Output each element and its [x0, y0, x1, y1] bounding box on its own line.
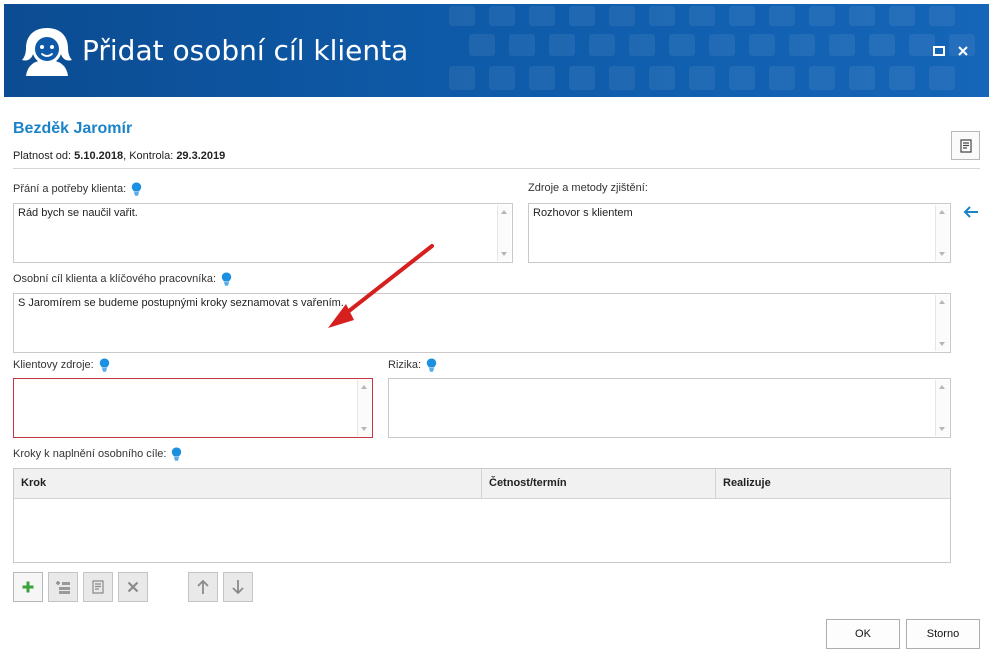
back-arrow-icon[interactable]	[962, 205, 980, 219]
goal-scrollbar[interactable]	[935, 295, 949, 351]
steps-label: Kroky k naplnění osobního cíle:	[13, 448, 167, 460]
goal-label-row: Osobní cíl klienta a klíčového pracovník…	[13, 272, 232, 286]
goal-value: S Jaromírem se budeme postupnými kroky s…	[18, 297, 344, 309]
hint-bulb-icon[interactable]	[426, 358, 437, 372]
control-value: 29.3.2019	[176, 150, 226, 162]
hint-bulb-icon[interactable]	[171, 447, 182, 461]
client-name: Bezděk Jaromír	[13, 120, 133, 137]
resources-textarea[interactable]	[13, 378, 373, 438]
ok-button[interactable]: OK	[826, 619, 900, 649]
delete-step-button[interactable]	[118, 572, 148, 602]
maximize-icon[interactable]	[932, 44, 946, 58]
goal-label: Osobní cíl klienta a klíčového pracovník…	[13, 273, 216, 285]
notes-icon	[959, 138, 972, 153]
edit-step-button[interactable]	[83, 572, 113, 602]
wishes-textarea[interactable]: Rád bych se naučil vařit.	[13, 203, 513, 263]
move-down-button[interactable]	[223, 572, 253, 602]
wishes-label: Přání a potřeby klienta:	[13, 183, 127, 195]
steps-table[interactable]: Krok Četnost/termín Realizuje	[13, 468, 951, 563]
validity-value: 5.10.2018	[74, 150, 124, 162]
notes-button[interactable]	[951, 131, 980, 160]
add-icon	[22, 581, 34, 593]
risks-scrollbar[interactable]	[935, 380, 949, 436]
sources-textarea[interactable]: Rozhovor s klientem	[528, 203, 951, 263]
add-step-button[interactable]	[13, 572, 43, 602]
wishes-value: Rád bych se naučil vařit.	[18, 207, 138, 219]
wishes-label-row: Přání a potřeby klienta:	[13, 182, 142, 196]
arrow-down-icon	[232, 580, 244, 595]
cancel-button[interactable]: Storno	[906, 619, 980, 649]
sources-value: Rozhovor s klientem	[533, 207, 633, 219]
resources-label: Klientovy zdroje:	[13, 359, 94, 371]
column-header-step[interactable]: Krok	[14, 469, 482, 498]
titlebar-pattern	[449, 6, 975, 90]
steps-label-row: Kroky k naplnění osobního cíle:	[13, 447, 182, 461]
column-header-realizes[interactable]: Realizuje	[716, 469, 950, 498]
window-title: Přidat osobní cíl klienta	[82, 34, 409, 67]
sources-label: Zdroje a metody zjištění:	[528, 182, 648, 194]
move-up-button[interactable]	[188, 572, 218, 602]
validity-info: Platnost od: 5.10.2018, Kontrola: 29.3.2…	[13, 150, 226, 162]
close-icon[interactable]	[956, 44, 970, 58]
hint-bulb-icon[interactable]	[221, 272, 232, 286]
wishes-scrollbar[interactable]	[497, 205, 511, 261]
control-label: Kontrola:	[129, 150, 174, 162]
sources-label-row: Zdroje a metody zjištění:	[528, 182, 648, 194]
header-divider	[13, 168, 980, 169]
hint-bulb-icon[interactable]	[131, 182, 142, 196]
sources-scrollbar[interactable]	[935, 205, 949, 261]
client-avatar-icon	[22, 28, 72, 76]
validity-label: Platnost od:	[13, 150, 72, 162]
resources-scrollbar[interactable]	[357, 380, 371, 436]
goal-textarea[interactable]: S Jaromírem se budeme postupnými kroky s…	[13, 293, 951, 353]
window-titlebar: Přidat osobní cíl klienta	[4, 4, 989, 97]
resources-label-row: Klientovy zdroje:	[13, 358, 110, 372]
add-substep-button[interactable]	[48, 572, 78, 602]
column-header-frequency[interactable]: Četnost/termín	[482, 469, 716, 498]
add-substep-icon	[56, 581, 70, 594]
risks-textarea[interactable]	[388, 378, 951, 438]
hint-bulb-icon[interactable]	[99, 358, 110, 372]
risks-label: Rizika:	[388, 359, 422, 371]
steps-table-header: Krok Četnost/termín Realizuje	[14, 469, 950, 499]
arrow-up-icon	[197, 579, 209, 594]
edit-icon	[92, 580, 104, 594]
delete-icon	[127, 581, 139, 593]
risks-label-row: Rizika:	[388, 358, 437, 372]
